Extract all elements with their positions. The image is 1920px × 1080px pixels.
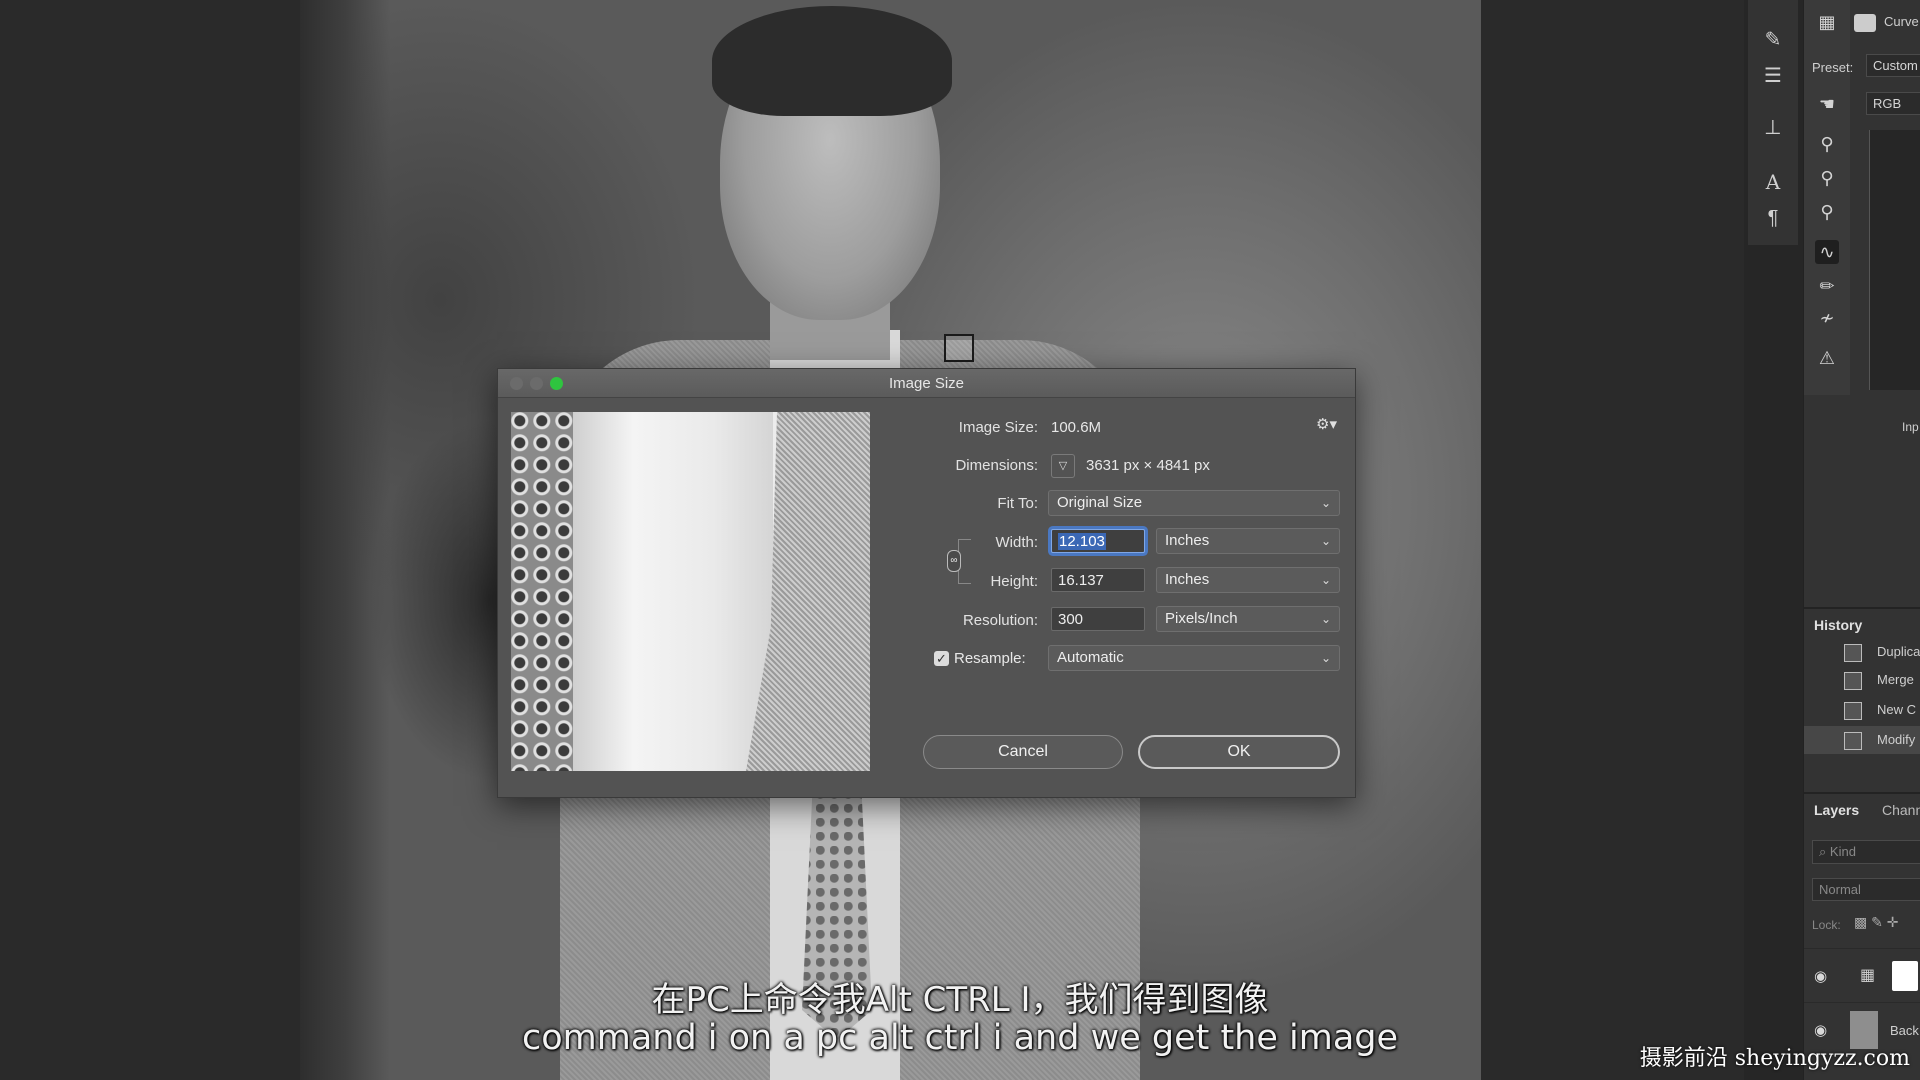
tab-layers[interactable]: Layers [1814,802,1859,818]
history-item[interactable]: Merge [1804,666,1920,694]
history-item-label: New C [1877,702,1917,717]
character-icon[interactable]: A [1761,170,1785,194]
image-preview[interactable] [511,412,870,771]
dimensions-value: 3631 px × 4841 px [1086,457,1210,474]
mask-icon [1854,14,1876,32]
target-adjust-icon[interactable]: ☚ [1815,92,1839,116]
watermark: 摄影前沿 sheyingyzz.com [1639,1046,1910,1071]
clipping-warning-icon[interactable]: ⚠ [1815,346,1839,370]
subtitle-english: command i on a pc alt ctrl i and we get … [521,1018,1399,1058]
photo-dark-edge [300,0,390,1080]
curves-layer-icon: ▦ [1818,12,1836,32]
history-item-label: Duplica [1877,644,1920,659]
history-item[interactable]: New C [1804,696,1920,724]
lock-label: Lock: [1812,918,1841,932]
brush-settings-icon[interactable]: ✎ [1761,28,1785,52]
layer-filter-input[interactable]: ⌕ Kind [1812,840,1920,864]
black-eyedropper-icon[interactable]: ⚲ [1815,132,1839,156]
image-size-label: Image Size: [958,419,1038,436]
history-item[interactable]: Duplica [1804,638,1920,666]
height-value: 16.137 [1058,572,1104,589]
adjustments-icon[interactable]: ☰ [1761,64,1785,88]
panel-divider [1804,792,1920,794]
image-size-value: 100.6M [1051,419,1102,436]
chevron-down-icon: ⌄ [1320,612,1331,626]
gray-eyedropper-icon[interactable]: ⚲ [1815,166,1839,190]
height-input[interactable]: 16.137 [1051,568,1145,592]
height-label: Height: [990,573,1038,590]
document-icon [1844,702,1862,720]
preset-label: Preset: [1812,60,1854,75]
ok-button[interactable]: OK [1138,735,1340,769]
preview-shirt [573,412,773,771]
document-icon [1844,672,1862,690]
pencil-icon[interactable]: ✏ [1815,274,1839,298]
resolution-unit-value: Pixels/Inch [1165,610,1238,627]
preset-select[interactable]: Custom [1866,54,1920,77]
curve-graph[interactable] [1869,130,1920,390]
dialog-titlebar[interactable]: Image Size [498,369,1355,398]
history-item-label: Merge [1877,672,1914,687]
width-value: 12.103 [1058,533,1106,550]
photo-hair [712,6,952,116]
clone-stamp-icon[interactable]: ⊥ [1761,116,1785,140]
preview-floral-pattern [511,412,573,771]
tab-channels[interactable]: Chann [1882,802,1920,818]
white-eyedropper-icon[interactable]: ⚲ [1815,200,1839,224]
constrain-proportions-icon[interactable]: ∞ [947,550,961,572]
image-size-dialog: Image Size Image Size: 100.6M ⚙▾ Dimensi… [497,368,1356,798]
height-unit-select[interactable]: Inches ⌄ [1156,567,1340,593]
resample-label: Resample: [954,650,1026,667]
width-unit-select[interactable]: Inches ⌄ [1156,528,1340,554]
resample-checkbox[interactable]: ✓ [934,651,949,666]
fit-to-value: Original Size [1057,494,1143,511]
subtitle-chinese: 在PC上命令我Alt CTRL I，我们得到图像 [651,980,1269,1020]
right-panel: ▦ ☚ ⚲ ⚲ ⚲ ∿ ✏ ≁ ⚠ Curve Preset: Custom R… [1803,0,1920,1080]
properties-title: Curve [1884,14,1919,29]
height-unit-value: Inches [1165,571,1210,588]
width-label: Width: [995,534,1038,551]
chevron-down-icon: ⌄ [1320,651,1331,665]
document-icon [1844,644,1862,662]
gear-icon[interactable]: ⚙▾ [1316,415,1337,433]
resample-value: Automatic [1057,649,1124,666]
curve-point-icon[interactable]: ∿ [1815,240,1839,264]
canvas-marker-icon [944,334,974,362]
chevron-down-icon: ⌄ [1320,534,1331,548]
resolution-label: Resolution: [962,612,1038,629]
lock-pixels-icon[interactable]: ▩ ✎ ✛ [1854,914,1898,931]
resolution-input[interactable]: 300 [1051,607,1145,631]
width-unit-value: Inches [1165,532,1210,549]
dimensions-label: Dimensions: [955,457,1038,474]
cancel-button[interactable]: Cancel [923,735,1123,769]
input-label: Inp [1902,420,1919,434]
dialog-title: Image Size [888,375,965,392]
filter-placeholder: Kind [1829,844,1856,859]
history-item-selected[interactable]: Modify [1804,726,1920,754]
width-input[interactable]: 12.103 [1051,529,1145,553]
dimensions-unit-chevron-icon[interactable]: ▽ [1051,454,1075,478]
resample-select[interactable]: Automatic ⌄ [1048,645,1340,671]
chevron-down-icon: ⌄ [1320,496,1331,510]
resolution-value: 300 [1058,611,1084,628]
document-icon [1844,732,1862,750]
fit-to-select[interactable]: Original Size ⌄ [1048,490,1340,516]
fit-to-label: Fit To: [997,495,1038,512]
history-item-label: Modify [1877,732,1916,747]
link-bracket [958,539,979,584]
channel-select[interactable]: RGB [1866,92,1920,115]
chevron-down-icon: ⌄ [1320,573,1331,587]
resolution-unit-select[interactable]: Pixels/Inch ⌄ [1156,606,1340,632]
tab-history[interactable]: History [1814,617,1862,633]
search-icon: ⌕ [1819,844,1830,859]
paragraph-icon[interactable]: ¶ [1761,206,1785,230]
panel-tool-strip: ✎ ☰ ⊥ A ¶ [1748,0,1798,245]
smooth-icon[interactable]: ≁ [1815,306,1839,330]
panel-divider [1804,607,1920,609]
blend-mode-select[interactable]: Normal [1812,878,1920,901]
